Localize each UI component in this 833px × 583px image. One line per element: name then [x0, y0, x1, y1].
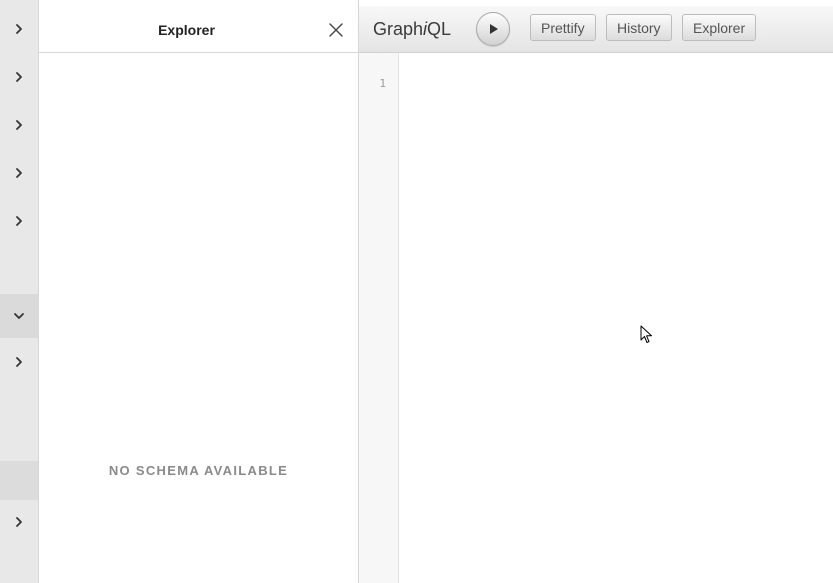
app-title-prefix: Graph	[373, 19, 424, 39]
chevron-down-icon	[14, 313, 24, 319]
explorer-pane: Explorer NO SCHEMA AVAILABLE	[39, 0, 359, 583]
play-icon	[490, 24, 498, 34]
graphiql-main: GraphiQL Prettify History Explorer 1	[359, 0, 833, 583]
explorer-title: Explorer	[158, 22, 215, 38]
line-number: 1	[379, 77, 386, 90]
no-schema-message: NO SCHEMA AVAILABLE	[108, 463, 289, 478]
close-icon	[329, 23, 343, 37]
rail-highlight	[0, 461, 38, 500]
chevron-right-icon	[16, 168, 22, 178]
explorer-toggle-button[interactable]: Explorer	[682, 14, 757, 41]
explorer-header: Explorer	[39, 6, 358, 53]
side-rail	[0, 0, 39, 583]
rail-expand-button-7[interactable]	[0, 502, 38, 542]
app-title: GraphiQL	[373, 6, 451, 52]
app-window: Explorer NO SCHEMA AVAILABLE GraphiQL Pr…	[0, 0, 833, 583]
chevron-right-icon	[16, 216, 22, 226]
rail-expand-button-4[interactable]	[0, 153, 38, 193]
prettify-button[interactable]: Prettify	[530, 14, 596, 41]
chevron-right-icon	[16, 357, 22, 367]
explorer-close-button[interactable]	[328, 22, 344, 38]
app-title-suffix: QL	[427, 19, 452, 39]
rail-expand-button-5[interactable]	[0, 201, 38, 241]
graphiql-toolbar: GraphiQL Prettify History Explorer	[359, 6, 833, 53]
rail-expand-button-2[interactable]	[0, 57, 38, 97]
history-button[interactable]: History	[606, 14, 672, 41]
rail-expand-button-1[interactable]	[0, 9, 38, 49]
chevron-right-icon	[16, 24, 22, 34]
rail-expand-button-3[interactable]	[0, 105, 38, 145]
rail-collapse-button[interactable]	[0, 294, 38, 338]
execute-query-button[interactable]	[476, 12, 510, 46]
rail-expand-button-6[interactable]	[0, 342, 38, 382]
chevron-right-icon	[16, 517, 22, 527]
editor-gutter: 1	[359, 53, 399, 583]
query-editor[interactable]	[399, 53, 833, 583]
chevron-right-icon	[16, 72, 22, 82]
chevron-right-icon	[16, 120, 22, 130]
